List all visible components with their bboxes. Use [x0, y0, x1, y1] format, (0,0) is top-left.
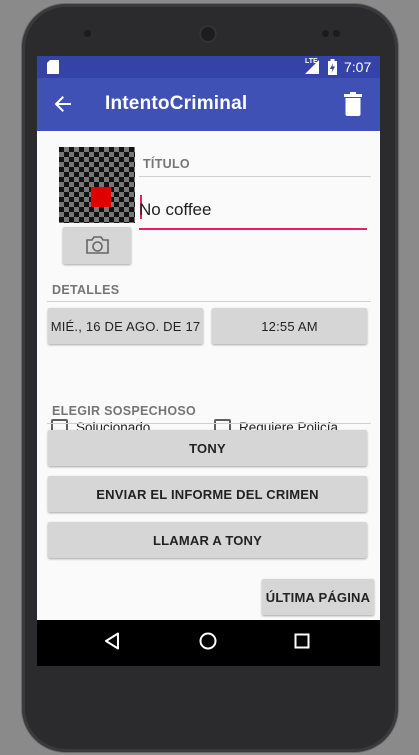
nav-recents-icon[interactable] [294, 633, 310, 649]
title-divider [139, 176, 371, 177]
crime-date-button[interactable]: MIÉ., 16 DE AGO. DE 17 [48, 308, 203, 344]
navigation-bar [37, 620, 380, 666]
app-bar: IntentoCriminal [37, 78, 380, 131]
back-arrow-icon[interactable] [53, 94, 73, 114]
front-camera [199, 25, 217, 43]
crime-photo-placeholder [59, 147, 135, 223]
details-label: DETALLES [52, 283, 120, 297]
device-screen: LTE 7:07 IntentoCriminal TÍTULO No coffe… [37, 56, 380, 666]
sd-card-icon [47, 60, 59, 74]
sensor-left [84, 30, 91, 37]
sensor-right-1 [322, 30, 329, 37]
choose-suspect-button[interactable]: TONY [48, 430, 367, 466]
trash-icon[interactable] [344, 92, 362, 116]
camera-icon [86, 236, 109, 254]
sensor-right-2 [333, 30, 340, 37]
crime-time-button[interactable]: 12:55 AM [212, 308, 367, 344]
send-report-button[interactable]: ENVIAR EL INFORME DEL CRIMEN [48, 476, 367, 512]
nav-home-icon[interactable] [198, 631, 218, 651]
last-page-button[interactable]: ÚLTIMA PÁGINA [262, 579, 374, 615]
crime-detail-content: TÍTULO No coffee DETALLES MIÉ., 16 DE AG… [37, 131, 380, 620]
input-underline [139, 228, 367, 230]
crime-title-value: No coffee [139, 200, 212, 219]
call-suspect-button[interactable]: LLAMAR A TONY [48, 522, 367, 558]
take-photo-button[interactable] [63, 227, 131, 264]
status-time: 7:07 [344, 59, 372, 75]
battery-icon [328, 59, 337, 75]
suspect-label: ELEGIR SOSPECHOSO [52, 404, 197, 418]
status-bar: LTE 7:07 [37, 56, 380, 78]
crime-title-input[interactable]: No coffee [139, 187, 367, 230]
nav-back-icon[interactable] [104, 632, 120, 650]
signal-icon [305, 60, 319, 74]
details-divider [47, 301, 371, 302]
suspect-divider [47, 423, 371, 424]
title-label: TÍTULO [143, 157, 190, 171]
app-title: IntentoCriminal [105, 93, 248, 114]
